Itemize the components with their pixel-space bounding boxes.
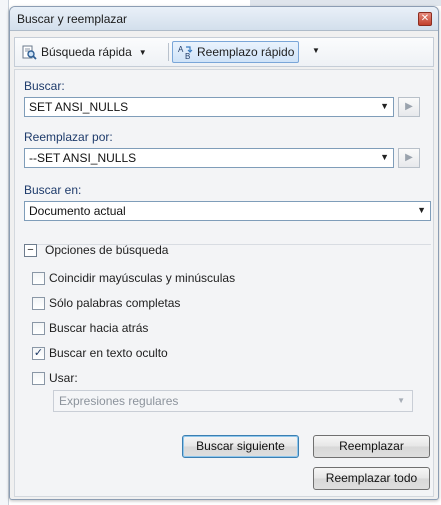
svg-text:B: B <box>185 52 190 60</box>
find-combo[interactable]: SET ANSI_NULLS ▼ <box>24 97 394 117</box>
option-search-hidden[interactable]: ✓ Buscar en texto oculto <box>32 346 168 360</box>
replace-label: Reemplazar por: <box>24 130 113 144</box>
search-options-header[interactable]: − Opciones de búsqueda <box>24 243 168 257</box>
toolbar-separator <box>168 43 169 61</box>
match-case-checkbox[interactable] <box>32 271 45 285</box>
find-go-button[interactable]: ▶ <box>398 97 420 117</box>
option-label: Usar: <box>49 371 78 385</box>
option-label: Buscar hacia atrás <box>49 321 149 335</box>
replace-go-button[interactable]: ▶ <box>398 148 420 168</box>
chevron-down-icon[interactable]: ▼ <box>380 152 389 162</box>
search-options-title: Opciones de búsqueda <box>45 243 169 257</box>
replace-all-button[interactable]: Reemplazar todo <box>313 467 430 490</box>
search-up-checkbox[interactable] <box>32 321 45 335</box>
close-icon[interactable]: ✕ <box>418 12 432 26</box>
chevron-down-icon[interactable]: ▼ <box>417 205 426 215</box>
look-in-select[interactable]: Documento actual ▼ <box>24 201 431 221</box>
find-next-button[interactable]: Buscar siguiente <box>182 435 299 458</box>
collapse-icon[interactable]: − <box>24 243 37 257</box>
mode-toolbar: Búsqueda rápida ▼ A B Reemplazo rápido ▼ <box>14 37 434 67</box>
option-label: Buscar en texto oculto <box>49 346 168 360</box>
play-icon: ▶ <box>405 101 413 112</box>
quick-find-label: Búsqueda rápida <box>41 45 132 59</box>
chevron-down-icon[interactable]: ▼ <box>312 46 320 55</box>
whole-word-checkbox[interactable] <box>32 296 45 310</box>
svg-text:A: A <box>178 45 184 54</box>
use-select[interactable]: Expresiones regulares ▼ <box>53 390 413 412</box>
replace-button[interactable]: Reemplazar <box>313 435 430 458</box>
look-in-label: Buscar en: <box>24 183 82 197</box>
chevron-down-icon[interactable]: ▼ <box>397 396 405 405</box>
search-options-group: − Opciones de búsqueda Coincidir mayúscu… <box>24 243 431 454</box>
chevron-down-icon[interactable]: ▼ <box>380 101 389 111</box>
background-editor-margin <box>0 0 9 505</box>
look-in-value: Documento actual <box>29 204 126 218</box>
replace-combo[interactable]: --SET ANSI_NULLS ▼ <box>24 148 394 168</box>
title-bar[interactable]: Buscar y reemplazar ✕ <box>10 7 438 31</box>
quick-replace-button[interactable]: A B Reemplazo rápido <box>172 41 300 63</box>
replace-icon: A B <box>177 44 193 60</box>
use-checkbox[interactable] <box>32 371 45 385</box>
option-search-up[interactable]: Buscar hacia atrás <box>32 321 148 335</box>
find-label: Buscar: <box>24 79 65 93</box>
binoculars-icon <box>21 44 37 60</box>
find-replace-window: Buscar y reemplazar ✕ Búsqueda rápida ▼ … <box>9 6 439 500</box>
use-select-value: Expresiones regulares <box>59 394 179 408</box>
window-title: Buscar y reemplazar <box>17 12 128 26</box>
find-replace-panel: Buscar: SET ANSI_NULLS ▼ ▶ Reemplazar po… <box>14 69 434 497</box>
option-match-case[interactable]: Coincidir mayúsculas y minúsculas <box>32 271 235 285</box>
quick-replace-label: Reemplazo rápido <box>197 45 295 59</box>
option-label: Coincidir mayúsculas y minúsculas <box>49 271 236 285</box>
chevron-down-icon[interactable]: ▼ <box>139 48 147 57</box>
replace-input[interactable]: --SET ANSI_NULLS <box>29 151 136 165</box>
option-use[interactable]: Usar: <box>32 371 78 385</box>
play-icon: ▶ <box>405 152 413 163</box>
quick-find-button[interactable]: Búsqueda rápida ▼ <box>17 41 151 63</box>
option-label: Sólo palabras completas <box>49 296 181 310</box>
search-hidden-checkbox[interactable]: ✓ <box>32 346 45 360</box>
find-input[interactable]: SET ANSI_NULLS <box>29 100 128 114</box>
option-whole-word[interactable]: Sólo palabras completas <box>32 296 180 310</box>
